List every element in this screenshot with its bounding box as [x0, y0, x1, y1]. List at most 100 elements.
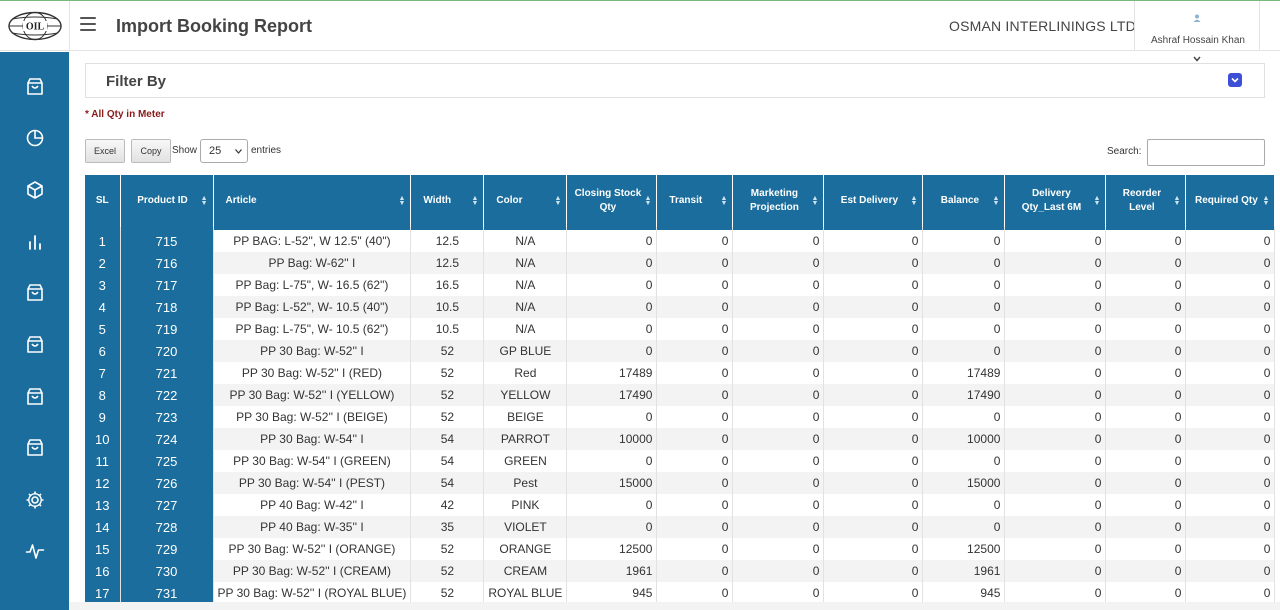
column-header[interactable]: SL: [85, 175, 121, 227]
column-header-label: Product ID: [137, 195, 188, 206]
table-cell: 0: [732, 274, 825, 296]
table-cell: 52: [410, 340, 485, 362]
column-header-label: Delivery Qty_Last 6M: [1021, 188, 1082, 213]
table-row[interactable]: 15 729 PP 30 Bag: W-52'' I (ORANGE) 52 ORANG…: [85, 538, 1276, 560]
table-cell: 54: [410, 428, 485, 450]
table-row[interactable]: 13 727 PP 40 Bag: W-42'' I 42 PINK 0 0 0 0 0 0 0 0: [85, 494, 1276, 516]
sort-icon: ▲ ▼: [910, 195, 918, 207]
table-cell: 35: [410, 516, 485, 538]
table-row[interactable]: 3 717 PP Bag: L-75", W- 16.5 (62") 16.5 N/A 0…: [85, 274, 1276, 296]
table-cell: 11: [85, 450, 121, 472]
column-header-label: Closing Stock Qty: [574, 188, 642, 213]
table-cell: 0: [1105, 340, 1187, 362]
table-cell: 0: [732, 560, 825, 582]
column-header[interactable]: Article ▲ ▼: [213, 175, 412, 227]
gear-icon[interactable]: [25, 490, 45, 510]
table-cell: 0: [656, 450, 734, 472]
bag-icon[interactable]: [25, 77, 45, 97]
column-header[interactable]: Product ID ▲ ▼: [120, 175, 214, 227]
bag-icon[interactable]: [25, 387, 45, 407]
table-row[interactable]: 2 716 PP Bag: W-62'' I 12.5 N/A 0 0 0 0 0 0 0 0: [85, 252, 1276, 274]
table-row[interactable]: 16 730 PP 30 Bag: W-52'' I (CREAM) 52 CREAM 1…: [85, 560, 1276, 582]
table-row[interactable]: 9 723 PP 30 Bag: W-52'' I (BEIGE) 52 BEIGE 0 0…: [85, 406, 1276, 428]
table-cell: 12500: [922, 538, 1006, 560]
column-header[interactable]: Delivery Qty_Last 6M ▲ ▼: [1004, 175, 1107, 227]
table-cell: 0: [1105, 560, 1187, 582]
pulse-icon[interactable]: [25, 541, 45, 561]
table-cell: 0: [922, 296, 1006, 318]
filter-panel[interactable]: Filter By: [85, 63, 1265, 98]
bag-icon[interactable]: [25, 438, 45, 458]
table-row[interactable]: 4 718 PP Bag: L-52", W- 10.5 (40") 10.5 N/A 0…: [85, 296, 1276, 318]
table-cell: 945: [922, 582, 1006, 604]
table-cell: 15000: [922, 472, 1006, 494]
table-cell: N/A: [483, 296, 568, 318]
table-cell: PP BAG: L-52", W 12.5" (40"): [213, 230, 412, 252]
entries-select[interactable]: 25: [200, 139, 248, 163]
header-bar: OIL Import Booking Report OSMAN INTERLIN…: [0, 1, 1280, 62]
column-header[interactable]: Required Qty ▲ ▼: [1185, 175, 1276, 227]
chevron-down-icon[interactable]: [1228, 73, 1242, 87]
table-cell: 0: [566, 296, 658, 318]
chevron-down-icon[interactable]: [1193, 56, 1201, 62]
menu-toggle-icon[interactable]: [80, 17, 96, 33]
table-cell: 724: [120, 428, 214, 450]
column-header[interactable]: Color ▲ ▼: [483, 175, 568, 227]
table-row[interactable]: 17 731 PP 30 Bag: W-52'' I (ROYAL BLUE) 52 R…: [85, 582, 1276, 604]
bag-icon[interactable]: [25, 283, 45, 303]
table-cell: 0: [732, 362, 825, 384]
column-header[interactable]: Marketing Projection ▲ ▼: [732, 175, 825, 227]
table-cell: PP Bag: L-75", W- 16.5 (62"): [213, 274, 412, 296]
table-cell: PP 40 Bag: W-35'' I: [213, 516, 412, 538]
search-input[interactable]: [1147, 139, 1265, 166]
sort-icon: ▲ ▼: [811, 195, 819, 207]
column-header[interactable]: Transit ▲ ▼: [656, 175, 734, 227]
table-cell: 0: [1185, 582, 1276, 604]
table-cell: 0: [1105, 362, 1187, 384]
column-header[interactable]: Closing Stock Qty ▲ ▼: [566, 175, 658, 227]
table-cell: 0: [823, 252, 924, 274]
table-cell: 0: [732, 340, 825, 362]
table-cell: 52: [410, 362, 485, 384]
bar-chart-icon[interactable]: [25, 232, 45, 252]
table-footer-strip: [69, 602, 1280, 610]
column-header[interactable]: Balance ▲ ▼: [922, 175, 1006, 227]
column-header[interactable]: Reorder Level ▲ ▼: [1105, 175, 1187, 227]
table-cell: 0: [922, 230, 1006, 252]
table-cell: 0: [732, 406, 825, 428]
report-table: SL Product ID ▲ ▼ Article ▲ ▼ Width ▲ ▼ Color ▲ ▼ Clo…: [85, 175, 1276, 604]
table-row[interactable]: 5 719 PP Bag: L-75", W- 10.5 (62") 10.5 N/A 0…: [85, 318, 1276, 340]
table-cell: 14: [85, 516, 121, 538]
table-row[interactable]: 10 724 PP 30 Bag: W-54'' I 54 PARROT 10000 0 0 0…: [85, 428, 1276, 450]
table-cell: 17490: [922, 384, 1006, 406]
table-cell: 0: [1004, 230, 1107, 252]
cube-icon[interactable]: [25, 180, 45, 200]
table-row[interactable]: 8 722 PP 30 Bag: W-52'' I (YELLOW) 52 YELLOW…: [85, 384, 1276, 406]
table-row[interactable]: 14 728 PP 40 Bag: W-35'' I 35 VIOLET 0 0 0 0 0 0 0 0: [85, 516, 1276, 538]
user-menu[interactable]: Ashraf Hossain Khan: [1134, 1, 1260, 62]
table-cell: 12: [85, 472, 121, 494]
table-row[interactable]: 12 726 PP 30 Bag: W-54'' I (PEST) 54 Pest 150…: [85, 472, 1276, 494]
table-header-row: SL Product ID ▲ ▼ Article ▲ ▼ Width ▲ ▼ Color ▲ ▼ Clo…: [85, 175, 1276, 227]
bag-icon[interactable]: [25, 335, 45, 355]
table-cell: 0: [566, 340, 658, 362]
column-header[interactable]: Est Delivery ▲ ▼: [823, 175, 924, 227]
table-row[interactable]: 11 725 PP 30 Bag: W-54'' I (GREEN) 54 GREEN 0…: [85, 450, 1276, 472]
pie-chart-icon[interactable]: [25, 128, 45, 148]
table-cell: 0: [823, 384, 924, 406]
table-cell: 0: [1105, 296, 1187, 318]
column-header-label: Marketing Projection: [749, 188, 799, 213]
table-cell: 0: [1185, 516, 1276, 538]
copy-button[interactable]: Copy: [131, 139, 171, 163]
table-cell: 2: [85, 252, 121, 274]
logo[interactable]: OIL: [0, 1, 70, 51]
table-row[interactable]: 6 720 PP 30 Bag: W-52'' I 52 GP BLUE 0 0 0 0 0 0 0 0: [85, 340, 1276, 362]
table-row[interactable]: 1 715 PP BAG: L-52", W 12.5" (40") 12.5 N/A 0…: [85, 230, 1276, 252]
table-cell: 0: [823, 560, 924, 582]
table-cell: 0: [566, 318, 658, 340]
table-cell: 0: [823, 472, 924, 494]
table-cell: 16: [85, 560, 121, 582]
excel-button[interactable]: Excel: [85, 139, 125, 163]
table-row[interactable]: 7 721 PP 30 Bag: W-52'' I (RED) 52 Red 17489 0…: [85, 362, 1276, 384]
column-header[interactable]: Width ▲ ▼: [410, 175, 485, 227]
